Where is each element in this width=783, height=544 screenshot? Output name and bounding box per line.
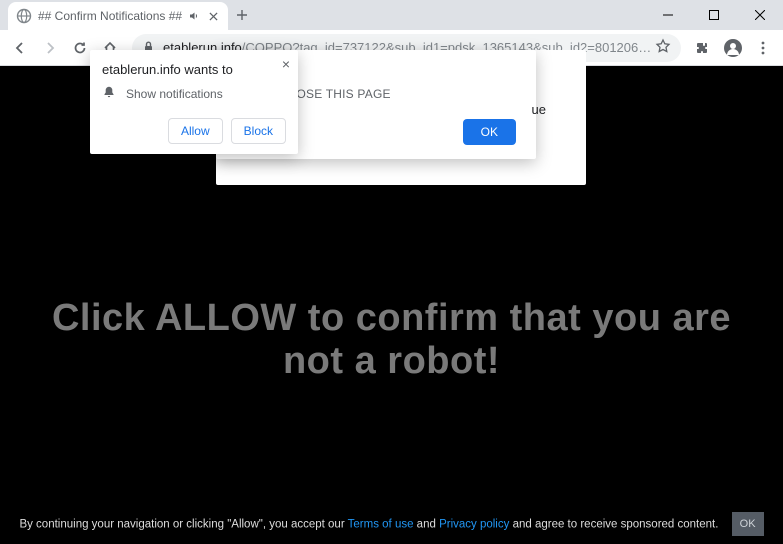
browser-titlebar: ## Confirm Notifications ## [0,0,783,30]
back-button[interactable] [6,34,34,62]
footer-ok-button[interactable]: OK [732,512,764,537]
extensions-icon[interactable] [689,34,717,62]
allow-button[interactable]: Allow [168,118,223,144]
block-button[interactable]: Block [231,118,286,144]
footer-text-1: By continuing your navigation or clickin… [19,518,347,530]
tab-close-icon[interactable] [206,9,220,23]
audio-icon[interactable] [188,10,200,22]
alert-ok-button[interactable]: OK [463,119,516,145]
window-close-button[interactable] [737,0,783,30]
maximize-button[interactable] [691,0,737,30]
prompt-permission-label: Show notifications [126,87,223,101]
menu-icon[interactable] [749,34,777,62]
footer-text-2: and [413,518,439,530]
minimize-button[interactable] [645,0,691,30]
tab-title: ## Confirm Notifications ## [38,9,182,23]
forward-button[interactable] [36,34,64,62]
prompt-title: etablerun.info wants to [102,62,286,77]
new-tab-button[interactable] [228,1,256,29]
consent-footer: By continuing your navigation or clickin… [0,512,783,537]
window-controls [645,0,783,30]
bell-icon [102,85,116,102]
browser-tab[interactable]: ## Confirm Notifications ## [8,2,228,30]
footer-text-3: and agree to receive sponsored content. [509,518,718,530]
globe-icon [16,8,32,24]
terms-link[interactable]: Terms of use [348,518,414,530]
profile-icon[interactable] [719,34,747,62]
notification-permission-prompt: × etablerun.info wants to Show notificat… [90,50,298,154]
privacy-link[interactable]: Privacy policy [439,518,509,530]
prompt-close-icon[interactable]: × [282,56,290,72]
bookmark-star-icon[interactable] [655,38,671,57]
page-headline: Click ALLOW to confirm that you are not … [0,297,783,383]
alert-text-fragment: ue [532,102,546,117]
